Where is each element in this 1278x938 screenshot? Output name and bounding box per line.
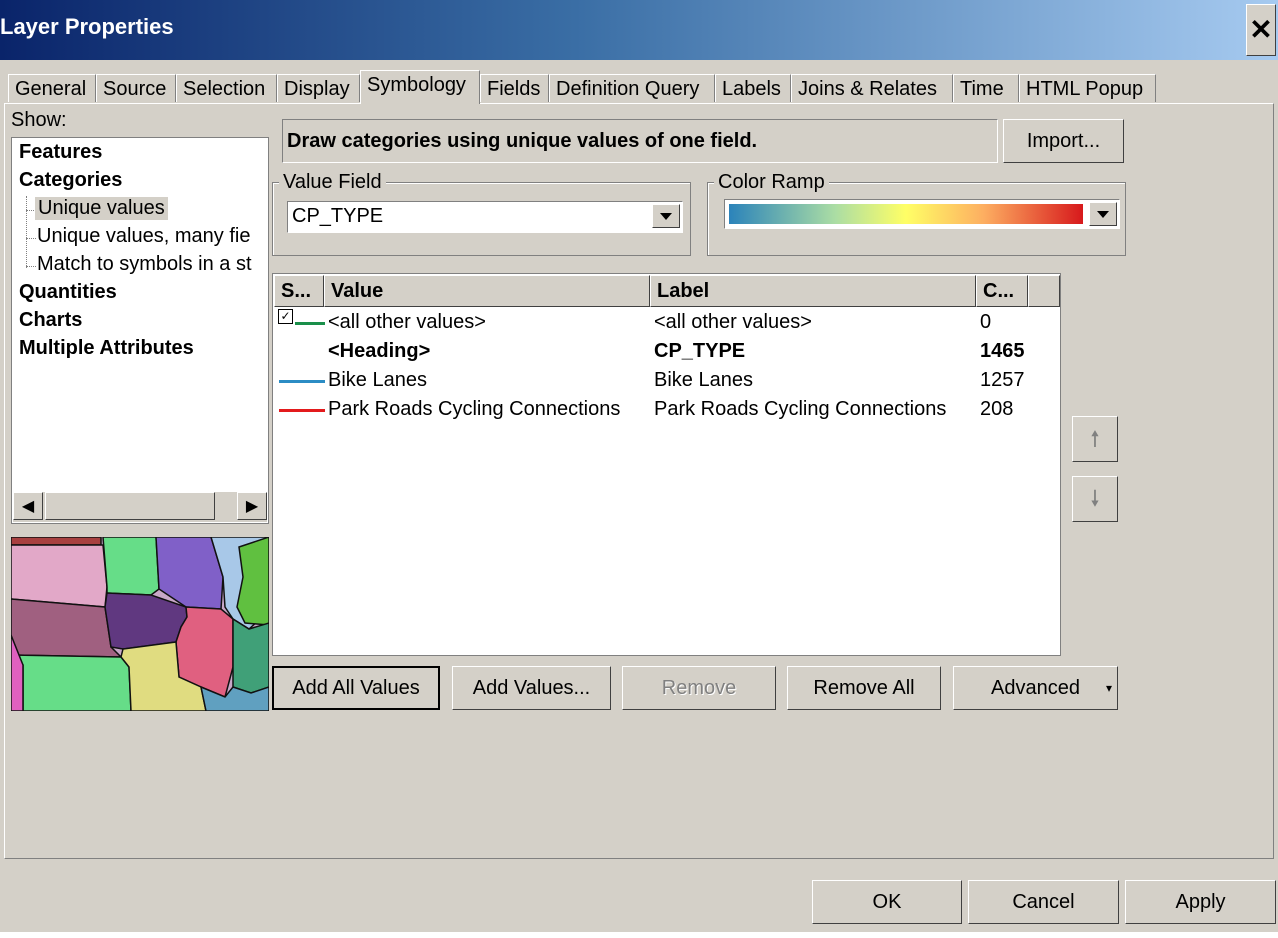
dropdown-arrow-icon[interactable] [652,204,680,228]
add-all-values-button[interactable]: Add All Values [272,666,440,710]
ok-button[interactable]: OK [812,880,962,924]
row-count: 1465 [980,340,1025,362]
tab-labels[interactable]: Labels [715,74,791,102]
renderer-description: Draw categories using unique values of o… [282,119,998,163]
value-field-group: Value Field CP_TYPE [272,171,691,256]
row-count: 0 [980,311,992,333]
value-field-value: CP_TYPE [292,205,384,227]
symbol-swatch[interactable] [279,409,325,412]
advanced-button[interactable]: Advanced ▾ [953,666,1118,710]
row-value[interactable]: <Heading> [328,340,430,363]
tab-time[interactable]: Time [953,74,1019,102]
close-button[interactable]: ✕ [1246,4,1276,56]
tab-display[interactable]: Display [277,74,360,102]
dropdown-arrow-icon: ▾ [1105,681,1112,695]
close-icon: ✕ [1249,14,1273,45]
row-count: 1257 [980,369,1025,391]
unique-values-grid: S... Value Label C... ✓ <all other value… [272,273,1061,656]
tree-horizontal-scrollbar[interactable]: ◀ ▶ [13,492,267,522]
import-button[interactable]: Import... [1003,119,1124,163]
tree-item-multiple-attributes[interactable]: Multiple Attributes [19,337,194,360]
row-value[interactable]: Park Roads Cycling Connections [328,398,650,421]
tab-html-popup[interactable]: HTML Popup [1019,74,1156,102]
symbol-swatch[interactable] [295,322,325,325]
cancel-button[interactable]: Cancel [968,880,1119,924]
apply-button[interactable]: Apply [1125,880,1276,924]
color-ramp-group: Color Ramp [707,171,1126,256]
tree-connector [26,266,36,267]
tab-fields[interactable]: Fields [480,74,549,102]
show-label: Show: [11,109,67,131]
remove-all-button[interactable]: Remove All [787,666,941,710]
window-bottom-edge [0,932,1278,938]
row-label[interactable]: <all other values> [654,311,812,334]
column-header-label[interactable]: Label [650,275,976,307]
move-down-button[interactable]: 🠗 [1072,476,1118,522]
value-field-label: Value Field [279,171,386,194]
tree-item-unique-values[interactable]: Unique values [35,197,168,220]
title-bar: Layer Properties ✕ [0,0,1278,60]
all-other-values-checkbox[interactable]: ✓ [278,309,293,324]
scroll-left-icon[interactable]: ◀ [13,492,43,520]
column-header-count[interactable]: C... [976,275,1028,307]
move-up-button[interactable]: 🠕 [1072,416,1118,462]
row-count: 208 [980,398,1014,420]
scroll-thumb[interactable] [45,492,215,520]
column-header-filler [1028,275,1060,307]
column-header-value[interactable]: Value [324,275,650,307]
map-illustration [11,537,269,711]
tree-item-charts[interactable]: Charts [19,309,82,332]
tab-joins-relates[interactable]: Joins & Relates [791,74,953,102]
row-label[interactable]: Park Roads Cycling Connections [654,398,976,421]
tree-connector [26,238,36,239]
value-field-select[interactable]: CP_TYPE [287,201,683,233]
window-title: Layer Properties [0,14,174,39]
advanced-label: Advanced [991,677,1080,699]
arrow-up-icon: 🠕 [1090,426,1100,451]
tab-selection[interactable]: Selection [176,74,277,102]
show-tree: Features Categories Unique values Unique… [11,137,269,524]
row-label[interactable]: Bike Lanes [654,369,753,392]
remove-button[interactable]: Remove [622,666,776,710]
color-ramp-swatch [729,204,1083,224]
arrow-down-icon: 🠗 [1090,486,1100,511]
tree-item-categories[interactable]: Categories [19,169,122,192]
add-values-button[interactable]: Add Values... [452,666,611,710]
tab-symbology[interactable]: Symbology [360,70,480,104]
tab-definition-query[interactable]: Definition Query [549,74,715,102]
row-label[interactable]: CP_TYPE [654,340,745,363]
symbol-swatch[interactable] [279,380,325,383]
tree-item-unique-values-many[interactable]: Unique values, many fie [37,225,250,248]
row-value[interactable]: <all other values> [328,311,486,334]
tab-general[interactable]: General [8,74,96,102]
scroll-right-icon[interactable]: ▶ [237,492,267,520]
row-value[interactable]: Bike Lanes [328,369,427,392]
tree-item-features[interactable]: Features [19,141,102,164]
dropdown-arrow-icon[interactable] [1089,202,1117,226]
tree-connector [26,196,27,268]
tree-item-quantities[interactable]: Quantities [19,281,117,304]
color-ramp-label: Color Ramp [714,171,829,194]
tree-item-match-symbols[interactable]: Match to symbols in a st [37,253,252,276]
column-header-symbol[interactable]: S... [274,275,324,307]
color-ramp-select[interactable] [724,199,1120,229]
tab-source[interactable]: Source [96,74,176,102]
symbology-preview-map [11,537,269,711]
